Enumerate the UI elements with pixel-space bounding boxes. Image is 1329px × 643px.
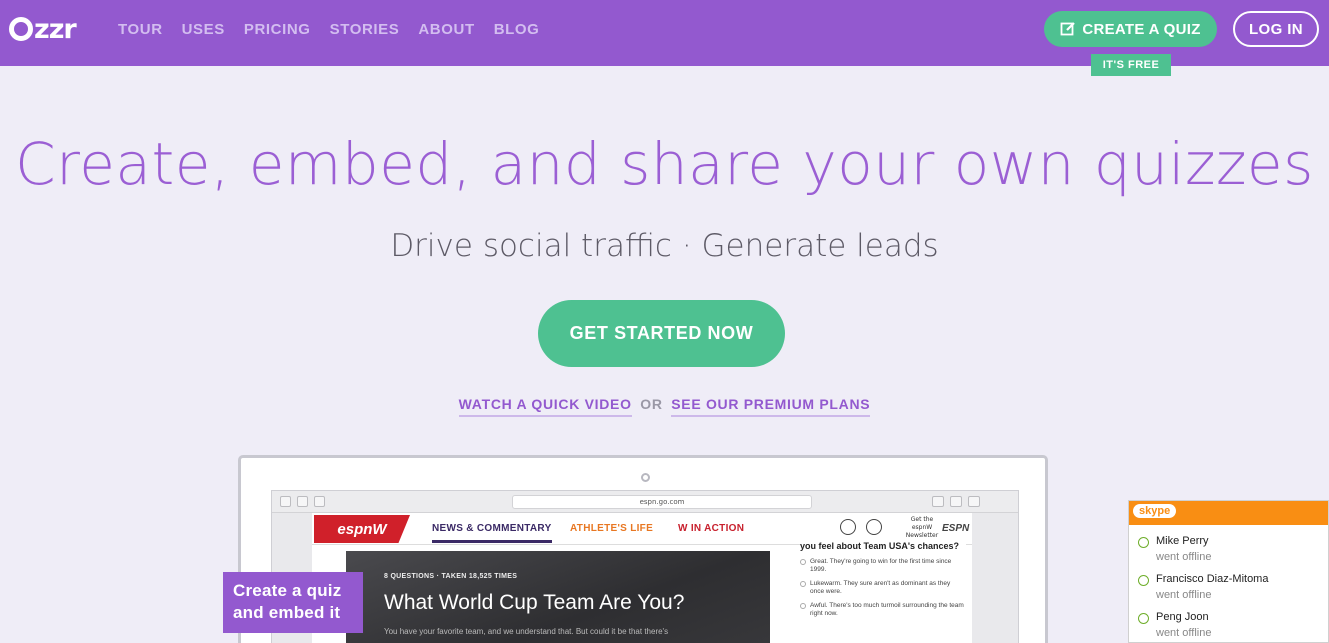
watch-video-link[interactable]: WATCH A QUICK VIDEO (458, 396, 632, 417)
browser-nav-icons (280, 496, 325, 507)
contact-status: went offline (1156, 627, 1212, 639)
sidebar-icon (314, 496, 325, 507)
radio-icon (800, 559, 806, 565)
back-icon (280, 496, 291, 507)
skype-header: skype (1129, 501, 1328, 525)
qzzr-logo[interactable]: zzr (9, 13, 77, 45)
mock-quiz-hero: 8 QUESTIONS · TAKEN 18,525 TIMES What Wo… (346, 551, 770, 643)
callout-line-1: Create a quiz (233, 581, 342, 600)
status-icon (1138, 613, 1149, 624)
radio-icon (800, 581, 806, 587)
secondary-links: WATCH A QUICK VIDEO OR SEE OUR PREMIUM P… (0, 396, 1329, 417)
mock-tab-action: W IN ACTION (678, 523, 745, 534)
get-started-button[interactable]: GET STARTED NOW (538, 300, 785, 367)
play-icon (866, 519, 882, 535)
nav-stories[interactable]: STORIES (330, 21, 400, 38)
nav-uses[interactable]: USES (182, 21, 225, 38)
mock-poll-option: Great. They're going to win for the firs… (800, 558, 966, 574)
hero-subtitle: Drive social traffic · Generate leads (390, 228, 939, 264)
nav-about[interactable]: ABOUT (418, 21, 474, 38)
contact-name: Peng Joon (1156, 611, 1209, 623)
mock-poll-option-text: Great. They're going to win for the firs… (810, 558, 952, 573)
skype-notification[interactable]: skype Mike Perry went offline Francisco … (1128, 500, 1329, 643)
mock-tab-athletes: ATHLETE'S LIFE (570, 523, 654, 534)
mock-webpage: espnW NEWS & COMMENTARY ATHLETE'S LIFE W… (312, 513, 972, 643)
mock-poll-option-text: Lukewarm. They sure aren't as dominant a… (810, 580, 951, 595)
or-separator: OR (640, 396, 663, 412)
radio-icon (800, 603, 806, 609)
search-icon (840, 519, 856, 535)
mock-poll: you feel about Team USA's chances? Great… (800, 541, 966, 643)
main-nav: TOUR USES PRICING STORIES ABOUT BLOG (118, 21, 558, 38)
status-icon (1138, 575, 1149, 586)
mock-browser-bar: espn.go.com (272, 491, 1018, 513)
edit-icon (1060, 22, 1076, 36)
mock-screen: espn.go.com espnW NEWS & COMMENTARY ATHL… (271, 490, 1019, 643)
browser-action-icons (932, 496, 980, 507)
camera-icon (641, 473, 650, 482)
create-quiz-label: CREATE A QUIZ (1082, 20, 1201, 38)
contact-status: went offline (1156, 589, 1212, 601)
its-free-badge: IT'S FREE (1091, 54, 1171, 76)
mock-tab-news: NEWS & COMMENTARY (432, 523, 552, 543)
mock-quiz-desc: You have your favorite team, and we unde… (384, 627, 669, 636)
espn-small-logo: ESPN (942, 523, 970, 534)
mock-poll-option: Lukewarm. They sure aren't as dominant a… (800, 580, 966, 596)
share-icon (932, 496, 944, 507)
mock-poll-option: Awful. There's too much turmoil surround… (800, 602, 966, 618)
contact-name: Mike Perry (1156, 535, 1209, 547)
logo-text: zzr (34, 13, 77, 45)
create-quiz-button[interactable]: CREATE A QUIZ (1044, 11, 1217, 47)
forward-icon (297, 496, 308, 507)
mock-header-icons (840, 519, 882, 535)
mock-quiz-meta: 8 QUESTIONS · TAKEN 18,525 TIMES (384, 573, 518, 580)
extension-icon (968, 496, 980, 507)
skype-logo: skype (1133, 504, 1177, 518)
premium-plans-link[interactable]: SEE OUR PREMIUM PLANS (671, 396, 871, 417)
hero-title: Create, embed, and share your own quizze… (15, 130, 1314, 198)
nav-pricing[interactable]: PRICING (244, 21, 311, 38)
nav-blog[interactable]: BLOG (494, 21, 540, 38)
status-icon (1138, 537, 1149, 548)
logo-q-icon (9, 17, 33, 41)
contact-status: went offline (1156, 551, 1212, 563)
nav-tour[interactable]: TOUR (118, 21, 163, 38)
login-button[interactable]: LOG IN (1233, 11, 1319, 47)
mock-newsletter: Get the espnW Newsletter (905, 516, 939, 539)
mock-quiz-title: What World Cup Team Are You? (384, 591, 685, 614)
mock-url-bar: espn.go.com (512, 495, 812, 509)
embed-callout: Create a quiz and embed it (223, 572, 363, 633)
mock-poll-option-text: Awful. There's too much turmoil surround… (810, 602, 964, 617)
espnw-logo: espnW (314, 515, 410, 543)
callout-line-2: and embed it (233, 603, 341, 622)
tabs-icon (950, 496, 962, 507)
contact-name: Francisco Diaz-Mitoma (1156, 573, 1269, 585)
mock-poll-title: you feel about Team USA's chances? (800, 541, 960, 551)
